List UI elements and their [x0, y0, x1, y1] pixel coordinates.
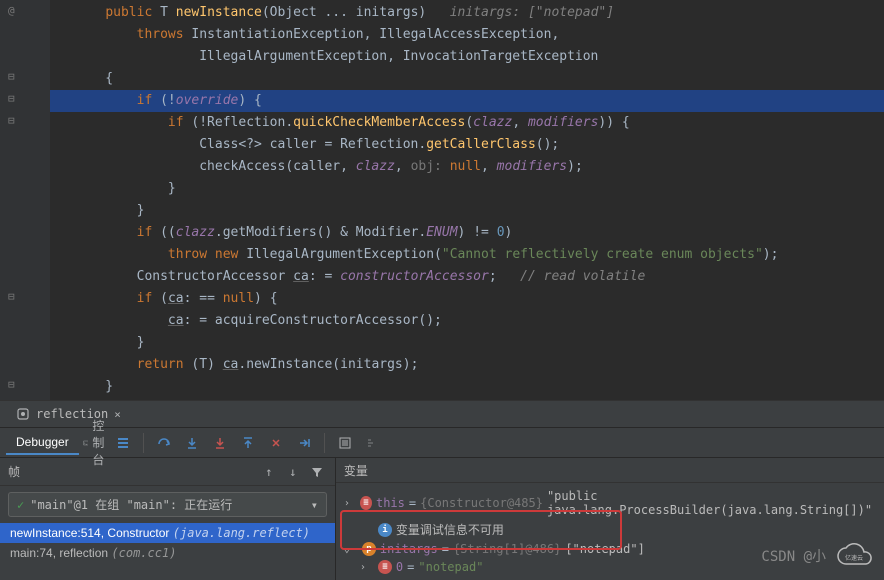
step-out-icon[interactable] — [236, 431, 260, 455]
code-line[interactable]: public T newInstance(Object ... initargs… — [50, 2, 884, 24]
code-line[interactable]: throws InstantiationException, IllegalAc… — [50, 24, 884, 46]
code-line[interactable]: return (T) ca.newInstance(initargs); — [50, 354, 884, 376]
code-line[interactable]: Class<?> caller = Reflection.getCallerCl… — [50, 134, 884, 156]
frames-panel: 帧 ↑ ↓ ✓ "main"@1 在组 "main": 正在运行 ▾ newIn… — [0, 458, 336, 580]
debug-toolbar: Debugger 控制台 — [0, 428, 884, 458]
threads-icon[interactable] — [111, 431, 135, 455]
drop-frame-icon[interactable] — [264, 431, 288, 455]
force-step-into-icon[interactable] — [208, 431, 232, 455]
frame-item[interactable]: newInstance:514, Constructor (java.lang.… — [0, 523, 335, 543]
code-line[interactable]: ConstructorAccessor ca: = constructorAcc… — [50, 266, 884, 288]
code-line[interactable]: } — [50, 178, 884, 200]
cloud-logo-icon: 亿速云 — [834, 542, 874, 570]
fold-marker[interactable]: ⊟ — [8, 290, 22, 304]
filter-icon[interactable] — [307, 462, 327, 482]
code-line[interactable]: if (!Reflection.quickCheckMemberAccess(c… — [50, 112, 884, 134]
code-line[interactable]: ca: = acquireConstructorAccessor(); — [50, 310, 884, 332]
close-icon[interactable]: × — [114, 408, 121, 421]
fold-marker[interactable]: ⊟ — [8, 114, 22, 128]
separator — [324, 433, 325, 453]
code-line[interactable]: if ((clazz.getModifiers() & Modifier.ENU… — [50, 222, 884, 244]
code-line[interactable]: IllegalArgumentException, InvocationTarg… — [50, 46, 884, 68]
code-line[interactable]: } — [50, 200, 884, 222]
frame-list[interactable]: newInstance:514, Constructor (java.lang.… — [0, 523, 335, 580]
code-line[interactable]: checkAccess(caller, clazz, obj: null, mo… — [50, 156, 884, 178]
separator — [143, 433, 144, 453]
variable-row[interactable]: i变量调试信息不可用 — [344, 519, 876, 540]
vars-header: 变量 — [336, 458, 884, 483]
code-area[interactable]: public T newInstance(Object ... initargs… — [50, 0, 884, 398]
code-line[interactable]: if (!override) { — [50, 90, 884, 112]
debugger-tab[interactable]: Debugger — [6, 431, 79, 455]
debug-tab-bar: reflection × — [0, 400, 884, 428]
run-to-cursor-icon[interactable] — [292, 431, 316, 455]
thread-selector[interactable]: ✓ "main"@1 在组 "main": 正在运行 ▾ — [8, 492, 327, 517]
code-line[interactable]: throw new IllegalArgumentException("Cann… — [50, 244, 884, 266]
step-over-icon[interactable] — [152, 431, 176, 455]
fold-marker[interactable]: ⊟ — [8, 70, 22, 84]
svg-text:亿速云: 亿速云 — [845, 554, 863, 562]
reflection-icon — [16, 407, 30, 421]
watermark: CSDN @小 亿速云 — [761, 542, 874, 570]
breakpoint-marker[interactable]: @ — [8, 4, 22, 18]
frames-header: 帧 ↑ ↓ — [0, 458, 335, 486]
console-tab[interactable]: 控制台 — [83, 431, 107, 455]
trace-icon[interactable] — [361, 431, 385, 455]
code-line[interactable]: } — [50, 332, 884, 354]
step-into-icon[interactable] — [180, 431, 204, 455]
editor-gutter: @ ⊟ ⊟ ⊟ ⊟ ⊟ — [0, 0, 50, 400]
frame-item[interactable]: main:74, reflection (com.cc1) — [0, 543, 335, 563]
prev-frame-icon[interactable]: ↑ — [259, 462, 279, 482]
next-frame-icon[interactable]: ↓ — [283, 462, 303, 482]
fold-marker[interactable]: ⊟ — [8, 378, 22, 392]
evaluate-icon[interactable] — [333, 431, 357, 455]
code-line[interactable]: if (ca: == null) { — [50, 288, 884, 310]
code-line[interactable]: { — [50, 68, 884, 90]
fold-marker[interactable]: ⊟ — [8, 92, 22, 106]
code-editor[interactable]: @ ⊟ ⊟ ⊟ ⊟ ⊟ public T newInstance(Object … — [0, 0, 884, 400]
debug-panel: 帧 ↑ ↓ ✓ "main"@1 在组 "main": 正在运行 ▾ newIn… — [0, 458, 884, 580]
chevron-down-icon: ▾ — [311, 498, 318, 512]
code-line[interactable]: } — [50, 376, 884, 398]
variable-row[interactable]: ›≡this = {Constructor@485} "public java.… — [344, 487, 876, 519]
check-icon: ✓ — [17, 498, 24, 512]
reflection-tab[interactable]: reflection × — [8, 401, 129, 427]
